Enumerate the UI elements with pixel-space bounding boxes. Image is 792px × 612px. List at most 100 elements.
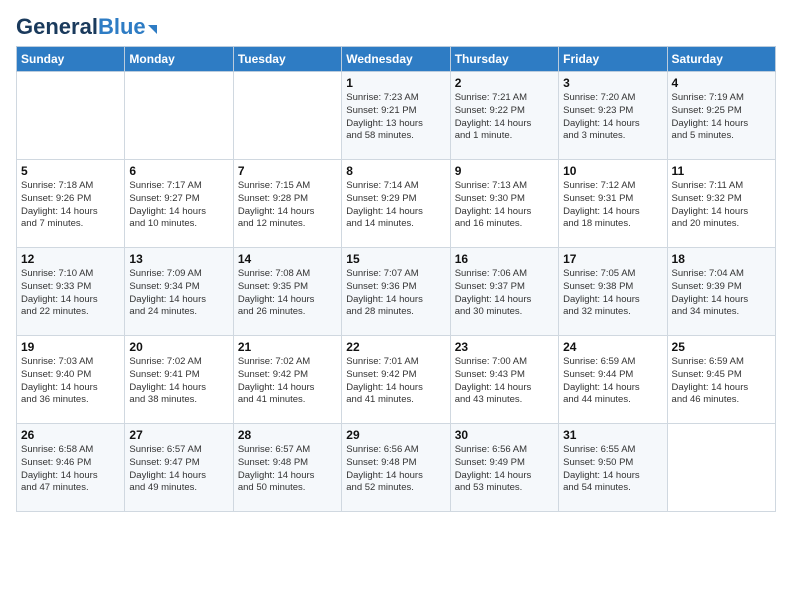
day-number: 19 [21,340,120,354]
calendar-cell: 19 Sunrise: 7:03 AM Sunset: 9:40 PM Dayli… [17,336,125,424]
weekday-header-thursday: Thursday [450,47,558,72]
calendar-cell: 18 Sunrise: 7:04 AM Sunset: 9:39 PM Dayli… [667,248,775,336]
day-number: 13 [129,252,228,266]
day-info: Sunrise: 7:02 AM Sunset: 9:41 PM Dayligh… [129,356,228,407]
day-info: Sunrise: 7:15 AM Sunset: 9:28 PM Dayligh… [238,180,337,231]
day-info: Sunrise: 7:08 AM Sunset: 9:35 PM Dayligh… [238,268,337,319]
day-number: 5 [21,164,120,178]
page-header: GeneralBlue [16,16,776,38]
day-info: Sunrise: 6:58 AM Sunset: 9:46 PM Dayligh… [21,444,120,495]
day-info: Sunrise: 6:59 AM Sunset: 9:44 PM Dayligh… [563,356,662,407]
calendar-cell: 11 Sunrise: 7:11 AM Sunset: 9:32 PM Dayli… [667,160,775,248]
day-number: 15 [346,252,445,266]
day-info: Sunrise: 7:17 AM Sunset: 9:27 PM Dayligh… [129,180,228,231]
day-number: 16 [455,252,554,266]
day-number: 2 [455,76,554,90]
calendar-cell [667,424,775,512]
calendar-cell: 24 Sunrise: 6:59 AM Sunset: 9:44 PM Dayli… [559,336,667,424]
day-number: 14 [238,252,337,266]
calendar-cell: 7 Sunrise: 7:15 AM Sunset: 9:28 PM Daylig… [233,160,341,248]
day-number: 7 [238,164,337,178]
calendar-cell: 9 Sunrise: 7:13 AM Sunset: 9:30 PM Daylig… [450,160,558,248]
calendar-cell: 5 Sunrise: 7:18 AM Sunset: 9:26 PM Daylig… [17,160,125,248]
calendar-cell: 15 Sunrise: 7:07 AM Sunset: 9:36 PM Dayli… [342,248,450,336]
calendar-cell: 14 Sunrise: 7:08 AM Sunset: 9:35 PM Dayli… [233,248,341,336]
day-info: Sunrise: 7:00 AM Sunset: 9:43 PM Dayligh… [455,356,554,407]
day-number: 31 [563,428,662,442]
day-info: Sunrise: 7:12 AM Sunset: 9:31 PM Dayligh… [563,180,662,231]
day-info: Sunrise: 7:20 AM Sunset: 9:23 PM Dayligh… [563,92,662,143]
day-info: Sunrise: 7:07 AM Sunset: 9:36 PM Dayligh… [346,268,445,319]
logo-text: GeneralBlue [16,16,146,38]
day-number: 3 [563,76,662,90]
calendar-cell: 30 Sunrise: 6:56 AM Sunset: 9:49 PM Dayli… [450,424,558,512]
day-info: Sunrise: 7:13 AM Sunset: 9:30 PM Dayligh… [455,180,554,231]
calendar-cell: 2 Sunrise: 7:21 AM Sunset: 9:22 PM Daylig… [450,72,558,160]
calendar-cell: 12 Sunrise: 7:10 AM Sunset: 9:33 PM Dayli… [17,248,125,336]
day-info: Sunrise: 7:18 AM Sunset: 9:26 PM Dayligh… [21,180,120,231]
calendar-cell [125,72,233,160]
day-info: Sunrise: 7:11 AM Sunset: 9:32 PM Dayligh… [672,180,771,231]
logo: GeneralBlue [16,16,157,38]
calendar-cell: 16 Sunrise: 7:06 AM Sunset: 9:37 PM Dayli… [450,248,558,336]
day-number: 30 [455,428,554,442]
day-info: Sunrise: 7:10 AM Sunset: 9:33 PM Dayligh… [21,268,120,319]
day-info: Sunrise: 7:01 AM Sunset: 9:42 PM Dayligh… [346,356,445,407]
calendar-cell: 17 Sunrise: 7:05 AM Sunset: 9:38 PM Dayli… [559,248,667,336]
day-info: Sunrise: 7:03 AM Sunset: 9:40 PM Dayligh… [21,356,120,407]
weekday-header-saturday: Saturday [667,47,775,72]
day-info: Sunrise: 6:55 AM Sunset: 9:50 PM Dayligh… [563,444,662,495]
calendar-cell: 10 Sunrise: 7:12 AM Sunset: 9:31 PM Dayli… [559,160,667,248]
day-number: 28 [238,428,337,442]
day-info: Sunrise: 7:23 AM Sunset: 9:21 PM Dayligh… [346,92,445,143]
day-info: Sunrise: 7:21 AM Sunset: 9:22 PM Dayligh… [455,92,554,143]
calendar-cell: 4 Sunrise: 7:19 AM Sunset: 9:25 PM Daylig… [667,72,775,160]
day-info: Sunrise: 7:14 AM Sunset: 9:29 PM Dayligh… [346,180,445,231]
day-number: 17 [563,252,662,266]
calendar-cell: 13 Sunrise: 7:09 AM Sunset: 9:34 PM Dayli… [125,248,233,336]
calendar-cell [17,72,125,160]
day-info: Sunrise: 7:06 AM Sunset: 9:37 PM Dayligh… [455,268,554,319]
day-number: 6 [129,164,228,178]
day-info: Sunrise: 6:56 AM Sunset: 9:48 PM Dayligh… [346,444,445,495]
day-number: 4 [672,76,771,90]
weekday-header-monday: Monday [125,47,233,72]
day-number: 21 [238,340,337,354]
day-number: 12 [21,252,120,266]
calendar-cell: 31 Sunrise: 6:55 AM Sunset: 9:50 PM Dayli… [559,424,667,512]
weekday-header-friday: Friday [559,47,667,72]
day-info: Sunrise: 6:57 AM Sunset: 9:47 PM Dayligh… [129,444,228,495]
day-number: 9 [455,164,554,178]
day-info: Sunrise: 7:04 AM Sunset: 9:39 PM Dayligh… [672,268,771,319]
day-number: 22 [346,340,445,354]
day-info: Sunrise: 7:02 AM Sunset: 9:42 PM Dayligh… [238,356,337,407]
day-number: 1 [346,76,445,90]
day-number: 11 [672,164,771,178]
day-number: 18 [672,252,771,266]
calendar-cell: 22 Sunrise: 7:01 AM Sunset: 9:42 PM Dayli… [342,336,450,424]
calendar-cell: 23 Sunrise: 7:00 AM Sunset: 9:43 PM Dayli… [450,336,558,424]
day-info: Sunrise: 7:19 AM Sunset: 9:25 PM Dayligh… [672,92,771,143]
calendar-cell: 28Sunrise: 6:57 AM Sunset: 9:48 PM Dayli… [233,424,341,512]
calendar-cell: 26Sunrise: 6:58 AM Sunset: 9:46 PM Dayli… [17,424,125,512]
day-info: Sunrise: 7:05 AM Sunset: 9:38 PM Dayligh… [563,268,662,319]
calendar-cell: 8Sunrise: 7:14 AM Sunset: 9:29 PM Daylig… [342,160,450,248]
day-number: 27 [129,428,228,442]
day-number: 20 [129,340,228,354]
day-number: 23 [455,340,554,354]
day-number: 10 [563,164,662,178]
calendar-cell: 6 Sunrise: 7:17 AM Sunset: 9:27 PM Daylig… [125,160,233,248]
day-info: Sunrise: 7:09 AM Sunset: 9:34 PM Dayligh… [129,268,228,319]
logo-arrow-icon [148,25,157,34]
calendar-cell: 1 Sunrise: 7:23 AM Sunset: 9:21 PM Daylig… [342,72,450,160]
calendar-table: SundayMondayTuesdayWednesdayThursdayFrid… [16,46,776,512]
calendar-cell [233,72,341,160]
weekday-header-wednesday: Wednesday [342,47,450,72]
calendar-cell: 29 Sunrise: 6:56 AM Sunset: 9:48 PM Dayli… [342,424,450,512]
day-number: 29 [346,428,445,442]
calendar-cell: 25Sunrise: 6:59 AM Sunset: 9:45 PM Dayli… [667,336,775,424]
day-number: 24 [563,340,662,354]
day-info: Sunrise: 6:56 AM Sunset: 9:49 PM Dayligh… [455,444,554,495]
calendar-cell: 3 Sunrise: 7:20 AM Sunset: 9:23 PM Daylig… [559,72,667,160]
calendar-cell: 21 Sunrise: 7:02 AM Sunset: 9:42 PM Dayli… [233,336,341,424]
